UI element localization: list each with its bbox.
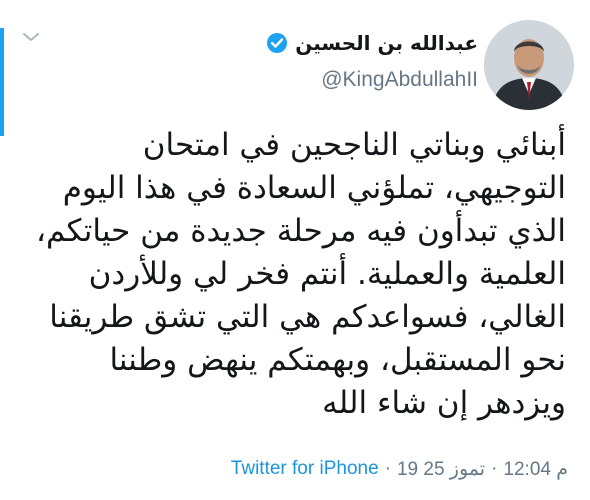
author-handle[interactable]: @KingAbdullahII <box>321 68 478 92</box>
tweet-line: ويزدهر إن شاء الله <box>322 385 566 421</box>
tweet-metadata: Twitter for iPhone · 19 تموز 25 · 12:04 … <box>231 458 568 481</box>
accent-bar <box>0 28 4 136</box>
author-name-row[interactable]: عبدالله بن الحسين <box>266 26 478 60</box>
avatar[interactable] <box>484 20 574 110</box>
verified-badge-icon <box>267 33 288 53</box>
meta-separator: · <box>384 458 391 479</box>
avatar-portrait-icon <box>484 20 574 110</box>
tweet-time[interactable]: 12:04 م <box>503 458 568 481</box>
author-display-name[interactable]: عبدالله بن الحسين <box>295 31 478 55</box>
tweet-line: نحو المستقبل، وبهمتكم ينهض وطننا <box>109 342 566 378</box>
tweet-line: العلمية والعملية. أنتم فخر لي وللأردن <box>88 256 566 292</box>
tweet-date[interactable]: 19 تموز 25 <box>397 458 485 481</box>
tweet-source-link[interactable]: Twitter for iPhone <box>231 458 379 481</box>
tweet-text: أبنائي وبناتي الناجحين في امتحان التوجيه… <box>6 124 566 425</box>
tweet-line: الغالي، فسواعدكم هي التي تشق طريقنا <box>49 299 566 335</box>
chevron-down-icon[interactable] <box>22 30 40 44</box>
meta-separator: · <box>491 458 498 479</box>
tweet-line: الذي تبدأون فيه مرحلة جديدة من حياتكم، <box>36 213 566 249</box>
tweet-line: التوجيهي، تملؤني السعادة في هذا اليوم <box>62 170 566 206</box>
tweet-line: أبنائي وبناتي الناجحين في امتحان <box>142 127 566 163</box>
